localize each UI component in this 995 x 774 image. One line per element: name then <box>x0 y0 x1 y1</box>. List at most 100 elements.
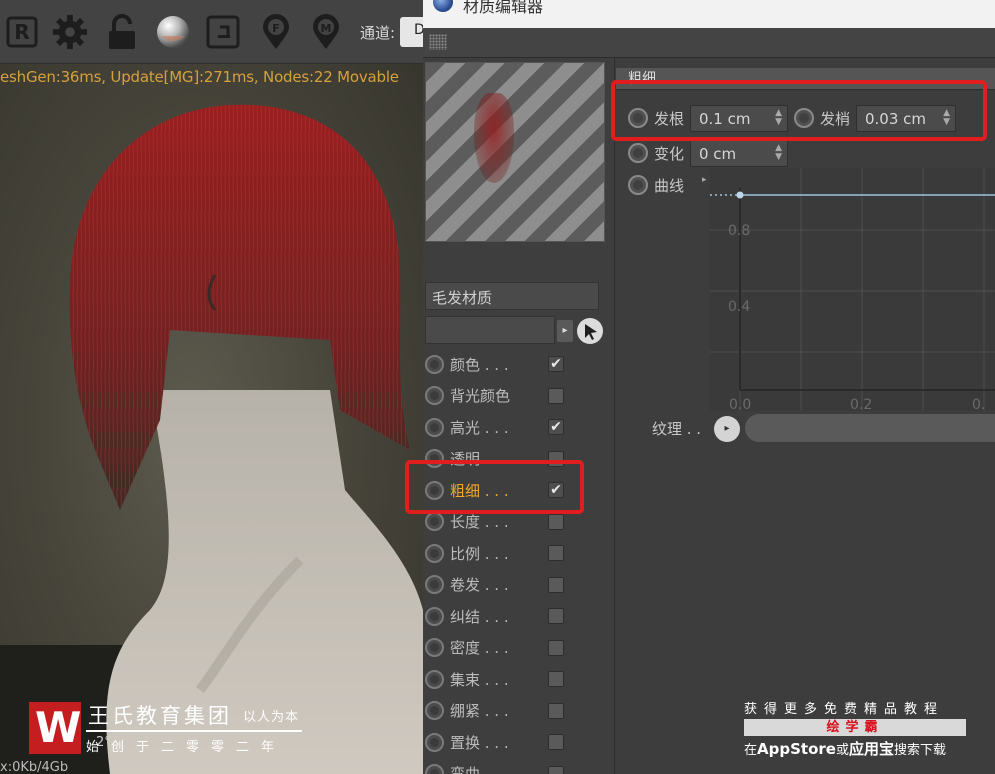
texture-slot[interactable] <box>745 414 995 442</box>
viewport-stats: eshGen:36ms, Update[MG]:271ms, Nodes:22 … <box>0 68 399 86</box>
x-tick-label: 0. <box>972 397 985 411</box>
y-tick-label: 0.4 <box>728 299 750 315</box>
channel-radio[interactable] <box>425 669 444 689</box>
promo-brand: 绘学霸 <box>826 720 884 735</box>
variation-anim-radio[interactable] <box>628 143 648 163</box>
channel-radio[interactable] <box>425 638 444 657</box>
channel-label: 置换 . . . <box>450 733 509 752</box>
channel-checkbox[interactable] <box>548 765 564 774</box>
window-title: 材质编辑器 <box>463 0 544 16</box>
brand-motto: 以人为本 <box>243 710 300 725</box>
channel-checkbox[interactable] <box>548 576 564 593</box>
checkmark-icon[interactable]: ✔ <box>548 419 564 435</box>
lock-icon[interactable] <box>104 12 140 52</box>
render-region-label: R <box>14 20 29 44</box>
channel-select[interactable]: D <box>400 17 423 47</box>
brand-founded: 始创于二零零二年 <box>86 740 287 755</box>
brand-name: 王氏教育集团 <box>88 704 232 728</box>
channel-item[interactable]: 比例 . . . <box>425 539 613 567</box>
material-dropdown[interactable] <box>425 316 555 344</box>
curve-expand-icon[interactable]: ▸ <box>702 175 707 185</box>
channel-radio[interactable] <box>425 732 444 752</box>
promo-download-line: 在AppStore或应用宝搜索下载 <box>744 740 946 758</box>
channel-item[interactable]: 弯曲 . . . <box>425 760 613 774</box>
variation-param: 变化 0 cm ▲ ▼ <box>628 139 788 167</box>
texture-menu-icon[interactable]: ▸ <box>714 416 740 442</box>
material-sphere-icon[interactable] <box>155 12 191 52</box>
channel-checkbox[interactable] <box>548 702 564 719</box>
channel-radio[interactable] <box>425 543 444 563</box>
settings-gear-icon[interactable] <box>52 12 88 52</box>
curve-point[interactable] <box>736 191 744 199</box>
channel-item[interactable]: 纠结 . . . <box>425 602 613 630</box>
channel-item[interactable]: 集束 . . . <box>425 665 613 693</box>
channel-list-panel: 毛发材质 ▸ 颜色 . . . ✔ 背光颜色 高光 . . . ✔ 透明 . . . 粗细 … <box>423 58 615 774</box>
channel-item[interactable]: 卷发 . . . <box>425 571 613 599</box>
channel-checkbox[interactable] <box>548 671 564 687</box>
curve-label: 曲线 <box>654 176 685 195</box>
channel-checkbox[interactable] <box>548 734 564 750</box>
brand-logo: W <box>29 702 81 754</box>
channel-radio[interactable] <box>425 386 444 405</box>
f-marker-icon[interactable]: F <box>258 12 294 52</box>
x-tick-label: 0.0 <box>729 397 751 411</box>
channel-item[interactable]: 背光颜色 <box>425 382 613 410</box>
channel-label: 集束 . . . <box>450 670 509 689</box>
channel-radio[interactable] <box>425 575 444 594</box>
channel-radio[interactable] <box>425 512 444 531</box>
highlight-thickness-channel <box>405 460 584 514</box>
spinner-icon[interactable]: ▲ ▼ <box>775 143 782 162</box>
variation-label: 变化 <box>654 144 685 163</box>
y-tick-label: 0.8 <box>728 223 750 239</box>
material-preview[interactable] <box>425 62 605 242</box>
channel-item[interactable]: 置换 . . . <box>425 728 613 756</box>
channel-radio[interactable] <box>425 764 444 774</box>
curve-anim-radio[interactable] <box>628 175 648 195</box>
channel-item[interactable]: 高光 . . . ✔ <box>425 413 613 441</box>
variation-value: 0 cm <box>699 144 737 163</box>
dropdown-arrow-icon[interactable]: ▸ <box>557 320 573 342</box>
grip-icon[interactable] <box>429 34 447 50</box>
channel-radio[interactable] <box>425 606 444 626</box>
channel-label: 绷紧 . . . <box>450 702 509 720</box>
brand-divider <box>86 730 302 732</box>
memory-status: x:0Kb/4Gb <box>0 760 69 774</box>
channel-label: 卷发 . . . <box>450 576 509 594</box>
viewport-toolbar: R F M 通道: D <box>0 0 423 64</box>
3d-viewport[interactable]: R F M 通道: D eshGen:36ms, Update[MG]:271m… <box>0 0 423 774</box>
channel-item[interactable]: 密度 . . . <box>425 634 613 662</box>
channel-checkbox[interactable] <box>548 387 564 404</box>
channel-radio[interactable] <box>425 701 444 720</box>
title-bar[interactable]: 材质编辑器 <box>423 0 995 28</box>
channel-value: D <box>414 22 423 38</box>
cinema4d-app-icon <box>433 0 453 12</box>
channel-label: 高光 . . . <box>450 418 509 437</box>
render-region-icon[interactable]: R <box>4 12 40 52</box>
channel-item[interactable]: 颜色 . . . ✔ <box>425 350 613 378</box>
promo-headline: 获得更多免费精品教程 <box>744 702 945 717</box>
channel-radio[interactable] <box>425 417 444 437</box>
m-marker-icon[interactable]: M <box>308 12 344 52</box>
brand-logo-letter: W <box>35 703 82 752</box>
curve-param: 曲线 ▸ <box>628 171 707 199</box>
frame-icon[interactable] <box>205 12 241 52</box>
cursor-pick-icon[interactable] <box>577 318 603 344</box>
channel-item[interactable]: 绷紧 . . . <box>425 697 613 725</box>
material-name-field[interactable]: 毛发材质 <box>425 282 599 310</box>
channel-radio[interactable] <box>425 354 444 374</box>
channel-checkbox[interactable] <box>548 545 564 561</box>
highlight-root-tip <box>611 80 987 141</box>
variation-field[interactable]: 0 cm ▲ ▼ <box>690 139 788 167</box>
channel-label: 密度 . . . <box>450 639 509 657</box>
channel-checkbox[interactable] <box>548 513 564 530</box>
thickness-curve-editor[interactable]: 0.8 0.4 0.0 0.2 0. <box>710 168 995 411</box>
promo-banner: 绘学霸 <box>744 719 966 736</box>
channel-label: 通道: <box>360 24 396 42</box>
texture-label: 纹理 . . <box>652 420 702 438</box>
channel-label: 纠结 . . . <box>450 607 509 626</box>
checkmark-icon[interactable]: ✔ <box>548 356 564 372</box>
render-figure <box>0 104 423 774</box>
channel-checkbox[interactable] <box>548 639 564 656</box>
channel-checkbox[interactable] <box>548 608 564 624</box>
channel-label: 比例 . . . <box>450 544 509 563</box>
